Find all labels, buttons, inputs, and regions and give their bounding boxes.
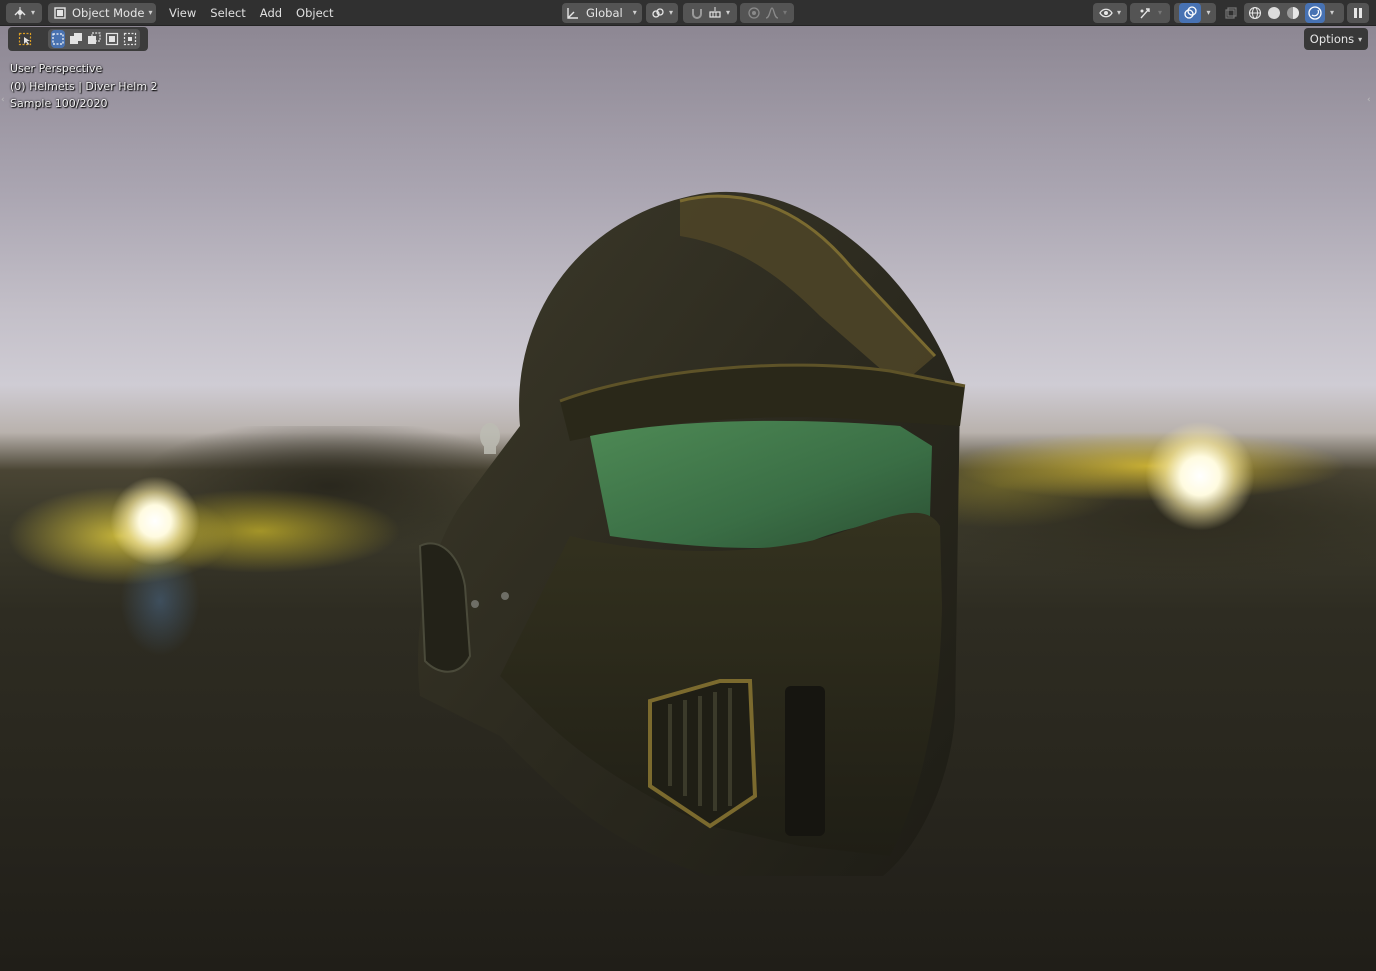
transform-orientation-dropdown[interactable]: Global ▾ — [562, 2, 642, 23]
snap-magnet-icon[interactable] — [690, 6, 704, 20]
gizmo-icon[interactable] — [1138, 6, 1152, 20]
collection-label: (0) Helmets | Diver Helm 2 — [10, 79, 158, 93]
pivot-link-icon — [651, 6, 665, 20]
select-intersect-icon[interactable] — [123, 32, 137, 46]
shading-mode-group[interactable]: ▾ — [1244, 2, 1344, 23]
chevron-down-icon: ▾ — [1157, 8, 1162, 17]
select-subtract-icon[interactable] — [87, 32, 101, 46]
chevron-down-icon: ▾ — [1330, 8, 1335, 17]
object-mode-dropdown[interactable]: Object Mode ▾ — [48, 2, 156, 23]
3d-viewport-editor-icon — [13, 6, 27, 20]
visibility-selectability-dropdown[interactable]: ▾ — [1093, 2, 1127, 23]
chevron-down-icon: ▾ — [668, 8, 673, 17]
falloff-curve-icon[interactable] — [765, 6, 779, 20]
options-label: Options — [1309, 32, 1355, 46]
chevron-down-icon: ▾ — [1358, 34, 1363, 44]
overlays-button[interactable] — [1179, 2, 1202, 23]
select-new-icon — [51, 32, 65, 46]
pause-render-button[interactable] — [1347, 2, 1369, 23]
select-invert-icon[interactable] — [105, 32, 119, 46]
chevron-down-icon: ▾ — [1206, 8, 1211, 17]
render-sample-label: Sample 100/2020 — [10, 97, 108, 110]
solid-shading-icon[interactable] — [1267, 6, 1281, 20]
viewport-info-overlay: User Perspective (0) Helmets | Diver Hel… — [10, 60, 158, 113]
active-tool-button[interactable] — [14, 29, 36, 49]
proportional-editing-group[interactable]: ▾ — [740, 2, 794, 23]
pivot-point-dropdown[interactable]: ▾ — [646, 2, 678, 23]
material-preview-shading-icon[interactable] — [1286, 6, 1300, 20]
helmet-model[interactable] — [380, 156, 980, 876]
select-new-button[interactable] — [51, 30, 65, 48]
select-extend-icon[interactable] — [69, 32, 83, 46]
lens-flare — [120, 546, 200, 656]
pause-icon — [1351, 6, 1365, 20]
gizmo-toggle-group[interactable]: ▾ — [1130, 2, 1170, 23]
toolbar-expand-arrow-left[interactable]: ‹ — [1, 94, 9, 106]
object-mode-icon — [53, 6, 67, 20]
menu-add[interactable]: Add — [253, 3, 289, 23]
proportional-edit-icon[interactable] — [747, 6, 761, 20]
orientation-axes-icon — [566, 6, 580, 20]
perspective-label: User Perspective — [10, 62, 103, 75]
chevron-down-icon: ▾ — [1116, 8, 1121, 17]
blender-app: User Perspective (0) Helmets | Diver Hel… — [0, 0, 1376, 971]
selection-mode-group[interactable] — [48, 29, 140, 49]
chevron-down-icon: ▾ — [632, 8, 637, 17]
chevron-down-icon: ▾ — [30, 8, 35, 17]
rendered-shading-button[interactable] — [1305, 2, 1325, 23]
background-light-right — [1145, 421, 1255, 531]
tool-settings-bar — [8, 27, 148, 51]
menu-select[interactable]: Select — [203, 3, 252, 23]
sidebar-expand-arrow-right[interactable]: ‹ — [1367, 94, 1375, 106]
header-menus: View Select Add Object — [162, 3, 341, 23]
select-box-tool-icon — [18, 32, 32, 46]
chevron-down-icon: ▾ — [148, 8, 153, 17]
skull-emblem — [480, 423, 500, 454]
chevron-down-icon: ▾ — [725, 8, 730, 17]
transform-orientation-label: Global — [586, 5, 623, 20]
menu-view[interactable]: View — [162, 3, 203, 23]
editor-type-selector[interactable]: ▾ — [6, 2, 42, 23]
overlays-icon — [1183, 5, 1198, 20]
snapping-group[interactable]: ▾ — [683, 2, 737, 23]
menu-object[interactable]: Object — [289, 3, 340, 23]
xray-toggle[interactable] — [1222, 3, 1240, 23]
xray-icon — [1224, 6, 1238, 20]
rendered-shading-icon — [1308, 5, 1322, 20]
wireframe-shading-icon[interactable] — [1248, 6, 1262, 20]
eye-icon — [1099, 6, 1113, 20]
viewport-header: ▾ Object Mode ▾ View Select Add Object G… — [0, 0, 1376, 26]
3d-viewport[interactable]: User Perspective (0) Helmets | Diver Hel… — [0, 26, 1376, 971]
chevron-down-icon: ▾ — [782, 8, 787, 17]
object-mode-label: Object Mode — [72, 5, 145, 20]
options-dropdown[interactable]: Options ▾ — [1304, 28, 1368, 50]
snap-increment-icon[interactable] — [708, 6, 722, 20]
overlays-toggle-group[interactable]: ▾ — [1174, 2, 1216, 23]
